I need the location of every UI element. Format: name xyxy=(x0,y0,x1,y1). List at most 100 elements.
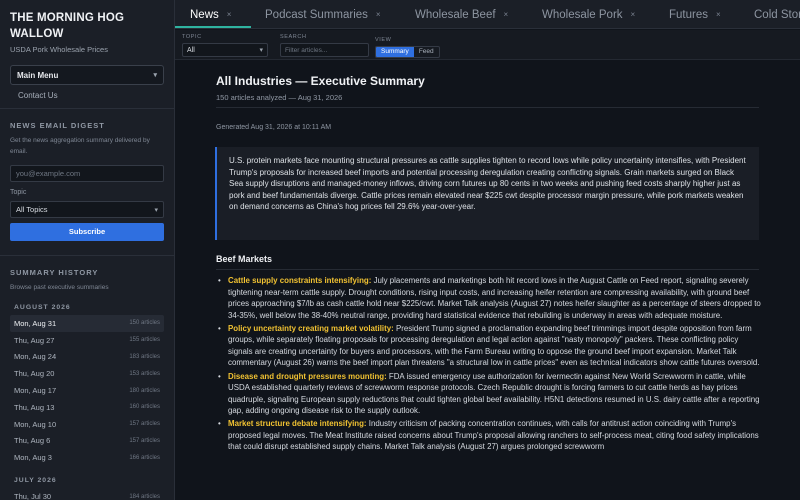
chevron-down-icon: ▾ xyxy=(153,72,157,79)
history-item-count: 184 articles xyxy=(129,493,160,500)
bullet-item: Policy uncertainty creating market volat… xyxy=(216,323,761,369)
tab-bar: News × Podcast Summaries × Wholesale Beef × Wh… xyxy=(175,0,800,29)
tab-futures[interactable]: Futures × xyxy=(669,0,721,28)
digest-topic-select[interactable]: All Topics ▾ xyxy=(10,201,164,218)
bullet-item: Disease and drought pressures mounting: … xyxy=(216,371,761,417)
section-title-beef: Beef Markets xyxy=(216,254,273,264)
history-item[interactable]: Mon, Aug 24 183 articles xyxy=(10,349,164,366)
page-meta: 150 articles analyzed — Aug 31, 2026 xyxy=(216,93,343,102)
history-item-date: Thu, Aug 6 xyxy=(14,436,51,446)
topic-filter-value: All xyxy=(187,46,195,54)
history-item-count: 166 articles xyxy=(129,454,160,461)
tab-label: Wholesale Beef xyxy=(415,8,496,21)
tab-wholesale-pork[interactable]: Wholesale Pork × xyxy=(542,0,636,28)
tab-news[interactable]: News × xyxy=(190,0,232,28)
topic-filter-label: TOPIC xyxy=(182,34,202,40)
history-item-date: Mon, Aug 24 xyxy=(14,352,57,362)
history-item[interactable]: Thu, Aug 6 157 articles xyxy=(10,433,164,450)
history-item-date: Thu, Aug 13 xyxy=(14,402,55,412)
tab-label: Futures xyxy=(669,8,708,21)
section-divider xyxy=(216,269,759,270)
history-heading: SUMMARY HISTORY xyxy=(10,268,99,277)
history-item-count: 180 articles xyxy=(129,387,160,394)
active-tab-indicator xyxy=(175,26,251,28)
digest-heading: NEWS EMAIL DIGEST xyxy=(10,121,105,130)
history-item[interactable]: Mon, Aug 17 180 articles xyxy=(10,382,164,399)
sidebar-divider xyxy=(0,108,174,109)
tab-label: Wholesale Pork xyxy=(542,8,623,21)
digest-description: Get the news aggregation summary deliver… xyxy=(10,137,150,155)
bullet-headline: Disease and drought pressures mounting: xyxy=(228,371,387,381)
beef-bullet-list: Cattle supply constraints intensifying: … xyxy=(216,275,761,455)
history-item-date: Mon, Aug 31 xyxy=(14,318,57,328)
close-icon[interactable]: × xyxy=(376,10,381,19)
history-item-count: 153 articles xyxy=(129,370,160,377)
sidebar: THE MORNING HOG WALLOW USDA Pork Wholesa… xyxy=(0,0,175,500)
history-item[interactable]: Thu, Jul 30 184 articles xyxy=(10,488,164,500)
close-icon[interactable]: × xyxy=(716,10,721,19)
chevron-down-icon: ▾ xyxy=(154,206,158,214)
history-item-count: 150 articles xyxy=(129,320,160,327)
filter-bar: TOPIC All ▾ SEARCH VIEW Summary Feed xyxy=(175,30,800,60)
history-item-count: 183 articles xyxy=(129,353,160,360)
history-item[interactable]: Thu, Aug 13 160 articles xyxy=(10,399,164,416)
chevron-down-icon: ▾ xyxy=(259,47,263,54)
tab-cold-stor[interactable]: Cold Stor xyxy=(754,0,800,28)
bullet-item: Cattle supply constraints intensifying: … xyxy=(216,275,761,321)
page-title: All Industries — Executive Summary xyxy=(216,74,425,88)
bullet-item: Market structure debate intensifying: In… xyxy=(216,418,761,453)
search-label: SEARCH xyxy=(280,34,307,40)
history-item-count: 160 articles xyxy=(129,404,160,411)
close-icon[interactable]: × xyxy=(631,10,636,19)
bullet-headline: Cattle supply constraints intensifying: xyxy=(228,276,372,285)
history-item-count: 157 articles xyxy=(129,437,160,444)
close-icon[interactable]: × xyxy=(504,10,509,19)
subscribe-button[interactable]: Subscribe xyxy=(10,223,164,241)
generated-timestamp: Generated Aug 31, 2026 at 10:11 AM xyxy=(216,124,332,131)
history-item-date: Mon, Aug 10 xyxy=(14,419,57,429)
view-summary-button[interactable]: Summary xyxy=(376,47,414,57)
tab-label: Cold Stor xyxy=(754,8,800,21)
digest-topic-label: Topic xyxy=(10,189,27,196)
topic-filter-select[interactable]: All ▾ xyxy=(182,43,268,57)
history-item[interactable]: Mon, Aug 31 150 articles xyxy=(10,315,164,332)
history-month-heading: JULY 2026 xyxy=(14,477,57,485)
history-item[interactable]: Mon, Aug 3 166 articles xyxy=(10,449,164,466)
tab-label: News xyxy=(190,8,219,21)
brand: THE MORNING HOG WALLOW USDA Pork Wholesa… xyxy=(0,0,174,54)
bullet-headline: Policy uncertainty creating market volat… xyxy=(228,323,394,333)
main-menu-select[interactable]: Main Menu ▾ xyxy=(10,65,164,85)
history-item-count: 157 articles xyxy=(129,421,160,428)
close-icon[interactable]: × xyxy=(227,10,232,19)
main-menu-label: Main Menu xyxy=(17,70,59,80)
history-item-date: Thu, Jul 30 xyxy=(14,492,52,500)
bullet-headline: Market structure debate intensifying: xyxy=(228,419,367,429)
brand-title: THE MORNING HOG WALLOW xyxy=(10,12,125,40)
history-description: Browse past executive summaries xyxy=(10,284,109,291)
tab-podcast-summaries[interactable]: Podcast Summaries × xyxy=(265,0,381,28)
history-item[interactable]: Mon, Aug 10 157 articles xyxy=(10,416,164,433)
history-month-heading: AUGUST 2026 xyxy=(14,304,71,311)
history-item[interactable]: Thu, Aug 20 153 articles xyxy=(10,365,164,382)
history-item[interactable]: Thu, Aug 27 155 articles xyxy=(10,332,164,349)
history-item-date: Thu, Aug 27 xyxy=(14,335,55,345)
digest-topic-value: All Topics xyxy=(16,205,48,214)
search-input[interactable] xyxy=(280,43,369,57)
app-root: THE MORNING HOG WALLOW USDA Pork Wholesa… xyxy=(0,0,800,500)
history-item-date: Mon, Aug 17 xyxy=(14,386,57,396)
view-label: VIEW xyxy=(375,37,392,43)
main-content: All Industries — Executive Summary 150 a… xyxy=(175,61,800,500)
history-item-count: 155 articles xyxy=(129,337,160,344)
view-feed-button[interactable]: Feed xyxy=(414,47,439,57)
tab-label: Podcast Summaries xyxy=(265,8,368,21)
sidebar-divider xyxy=(0,255,174,256)
title-divider xyxy=(216,107,759,108)
view-toggle: Summary Feed xyxy=(375,46,440,58)
history-item-date: Thu, Aug 20 xyxy=(14,369,55,379)
email-field[interactable] xyxy=(10,165,164,182)
tab-wholesale-beef[interactable]: Wholesale Beef × xyxy=(415,0,509,28)
executive-summary: U.S. protein markets face mounting struc… xyxy=(215,147,759,240)
history-list: AUGUST 2026 Mon, Aug 31 150 articles Thu, A… xyxy=(0,304,174,500)
brand-subtitle: USDA Pork Wholesale Prices xyxy=(10,45,108,54)
contact-us-link[interactable]: Contact Us xyxy=(18,91,174,100)
